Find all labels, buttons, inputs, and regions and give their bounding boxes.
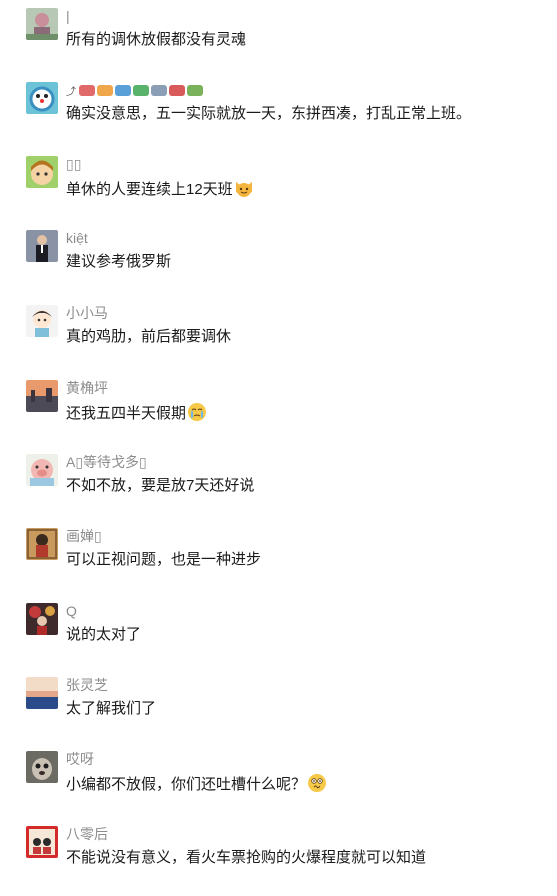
comment-item: 哎呀 小编都不放假，你们还吐槽什么呢？ <box>0 751 557 821</box>
commenter-name[interactable]: 哎呀 <box>66 750 94 768</box>
avatar[interactable] <box>26 82 58 114</box>
commenter-name[interactable]: kiệt <box>66 229 88 247</box>
comment-item: 画婵▯ 可以正视问题，也是一种进步 <box>0 528 557 598</box>
cat-face-emoji <box>235 182 252 197</box>
comment-text: 太了解我们了 <box>66 700 157 717</box>
commenter-name[interactable]: 画婵▯ <box>66 527 102 545</box>
comment-text: 单休的人要连续上12天班 <box>66 178 254 200</box>
comment-text: 说的太对了 <box>66 626 142 643</box>
commenter-name[interactable]: 黄桷坪 <box>66 379 108 397</box>
commenter-name[interactable]: ▯▯ <box>66 155 81 173</box>
avatar[interactable] <box>26 156 58 188</box>
comment-item: A▯等待戈多▯ 不如不放，要是放7天还好说 <box>0 454 557 524</box>
commenter-name[interactable]: | <box>66 7 70 25</box>
comment-item: kiệt 建议参考俄罗斯 <box>0 230 557 300</box>
avatar[interactable] <box>26 751 58 783</box>
comment-item: ⤴ 确实没意思，五一实际就放一天，东拼西凑，打乱正常上班。 <box>0 82 557 152</box>
commenter-name[interactable]: Q <box>66 602 77 620</box>
avatar[interactable] <box>26 8 58 40</box>
comment-item: 黄桷坪 还我五四半天假期 <box>0 380 557 450</box>
comment-item: 小小马 真的鸡肋，前后都要调休 <box>0 305 557 375</box>
crying-face-emoji <box>188 403 207 421</box>
commenter-name[interactable]: 小小马 <box>66 304 108 322</box>
commenter-name[interactable]: 八零后 <box>66 825 108 843</box>
comment-text: 小编都不放假，你们还吐槽什么呢？ <box>66 773 327 795</box>
comment-text: 可以正视问题，也是一种进步 <box>66 551 262 568</box>
comment-item: 八零后 不能说没有意义，看火车票抢购的火爆程度就可以知道 <box>0 826 557 896</box>
avatar[interactable] <box>26 230 58 262</box>
dizzy-face-emoji <box>308 774 327 792</box>
car-row-icons: ⤴ <box>66 82 205 98</box>
commenter-name[interactable]: A▯等待戈多▯ <box>66 453 147 471</box>
comment-text: 真的鸡肋，前后都要调休 <box>66 328 232 345</box>
avatar[interactable] <box>26 677 58 709</box>
avatar[interactable] <box>26 380 58 412</box>
comment-text: 所有的调休放假都没有灵魂 <box>66 31 247 48</box>
comment-text: 还我五四半天假期 <box>66 402 207 424</box>
comment-item: 张灵芝 太了解我们了 <box>0 677 557 747</box>
comment-item: | 所有的调休放假都没有灵魂 <box>0 8 557 78</box>
comment-list: | 所有的调休放假都没有灵魂 ⤴ 确实没意思，五一实际就放一天，东拼西凑，打乱正… <box>0 0 557 896</box>
avatar[interactable] <box>26 305 58 337</box>
avatar[interactable] <box>26 454 58 486</box>
comment-text: 确实没意思，五一实际就放一天，东拼西凑，打乱正常上班。 <box>66 105 472 122</box>
avatar[interactable] <box>26 528 58 560</box>
avatar[interactable] <box>26 826 58 858</box>
comment-item: Q 说的太对了 <box>0 603 557 673</box>
avatar[interactable] <box>26 603 58 635</box>
comment-text: 不如不放，要是放7天还好说 <box>66 477 255 494</box>
comment-text: 建议参考俄罗斯 <box>66 253 172 270</box>
commenter-name[interactable]: ⤴ <box>66 81 205 102</box>
comment-item: ▯▯ 单休的人要连续上12天班 <box>0 156 557 226</box>
commenter-name[interactable]: 张灵芝 <box>66 676 108 694</box>
comment-text: 不能说没有意义，看火车票抢购的火爆程度就可以知道 <box>66 849 427 866</box>
